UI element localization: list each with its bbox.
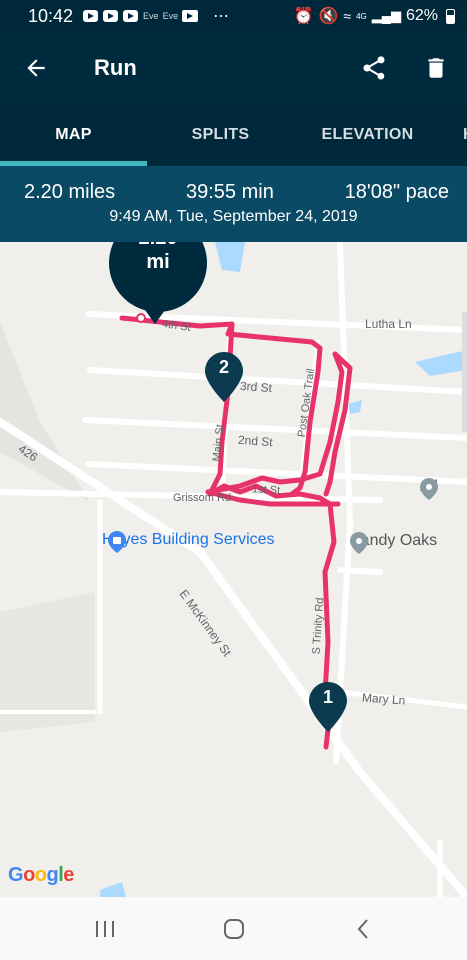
split-marker-label: 1 (322, 687, 333, 707)
tab-splits[interactable]: SPLITS (147, 104, 294, 166)
poi-sandy-oaks[interactable]: Sandy Oaks (350, 532, 437, 554)
pace-value: 18'08" pace (344, 181, 449, 203)
map-scroll-edge (462, 312, 467, 432)
arrow-left-icon (27, 59, 45, 77)
water-area (348, 400, 362, 414)
page-title: Run (94, 55, 137, 80)
app-toolbar: Run (0, 32, 467, 104)
status-bar: 10:42 Eve Eve ⋯ ⏰ 🔇 ≈ 4G ▂▄▆ 62% (0, 0, 467, 32)
street-label-2nd: 2nd St (237, 432, 274, 450)
screen: 10:42 Eve Eve ⋯ ⏰ 🔇 ≈ 4G ▂▄▆ 62% Run MAP… (0, 0, 467, 960)
street-label-lutha: Lutha Ln (365, 317, 412, 331)
water-area (100, 882, 126, 897)
tab-elevation[interactable]: ELEVATION (294, 104, 441, 166)
youtube-icon (123, 10, 139, 22)
callout-unit: mi (146, 251, 170, 273)
tab-heart-rate[interactable]: H (441, 104, 467, 166)
place-pin-icon (350, 532, 368, 554)
status-time: 10:42 (28, 5, 74, 26)
notification-text: Eve (162, 11, 179, 21)
water-area (415, 350, 467, 376)
battery-icon (446, 8, 455, 24)
mute-icon: 🔇 (318, 8, 339, 25)
trash-icon (428, 58, 444, 78)
callout-distance: 2.20 (109, 242, 207, 250)
imdb-icon (182, 10, 199, 22)
run-summary: 2.20 miles 39:55 min 18'08" pace 9:49 AM… (0, 166, 467, 242)
street-label-3rd: 3rd St (239, 378, 273, 396)
google-logo: Google (8, 864, 74, 887)
street-label-mary: Mary Ln (361, 690, 406, 708)
back-button[interactable] (0, 32, 72, 104)
poi-hayes-building-services[interactable]: Hayes Building Services (102, 531, 275, 553)
tab-map[interactable]: MAP (0, 104, 147, 166)
water-area (215, 242, 245, 272)
split-marker-label: 2 (218, 357, 229, 377)
notification-text: Eve (143, 11, 159, 21)
home-icon (223, 918, 244, 939)
shopping-bag-pin-icon (108, 531, 126, 553)
system-nav-bar (0, 897, 467, 960)
share-icon (363, 56, 385, 80)
poi-hayes-label: Hayes Building Services (102, 531, 275, 548)
signal-icon: ▂▄▆ (371, 8, 401, 23)
distance-value: 2.20 miles (24, 181, 116, 203)
recents-button[interactable] (70, 897, 140, 960)
run-datetime: 9:49 AM, Tue, September 24, 2019 (109, 208, 358, 225)
status-right: ⏰ 🔇 ≈ 4G ▂▄▆ 62% (294, 6, 455, 26)
alarm-icon: ⏰ (293, 8, 314, 25)
route-start-dot (136, 313, 146, 323)
tab-bar: MAP SPLITS ELEVATION H (0, 104, 467, 166)
home-button[interactable] (199, 897, 269, 960)
youtube-icon (103, 10, 119, 22)
network-type: 4G (356, 11, 367, 21)
street-label-grissom: Grissom Rd (173, 492, 232, 504)
youtube-icon (83, 10, 99, 22)
delete-button[interactable] (405, 32, 467, 104)
recents-icon (95, 920, 114, 937)
route-map[interactable]: 4th St Lutha Ln 3rd St 2nd St Post Oak T… (0, 242, 467, 897)
toolbar-actions (343, 32, 467, 104)
more-notifications-icon: ⋯ (213, 8, 231, 25)
poi-all[interactable]: All (420, 478, 438, 500)
street-label-1st: 1st St (251, 483, 281, 497)
wifi-icon: ≈ (343, 8, 352, 24)
system-back-button[interactable] (328, 897, 398, 960)
duration-value: 39:55 min (185, 181, 274, 203)
battery-percent: 62% (405, 7, 438, 24)
summary-stats: 2.20 miles 39:55 min 18'08" pace (0, 166, 467, 204)
share-button[interactable] (343, 32, 405, 104)
map-canvas (0, 242, 467, 897)
google-logo-text: Google (8, 864, 74, 886)
split-marker-2[interactable]: 2 (205, 352, 243, 402)
back-chevron-icon (357, 918, 368, 939)
place-pin-icon (420, 478, 438, 500)
split-marker-1[interactable]: 1 (309, 682, 347, 732)
